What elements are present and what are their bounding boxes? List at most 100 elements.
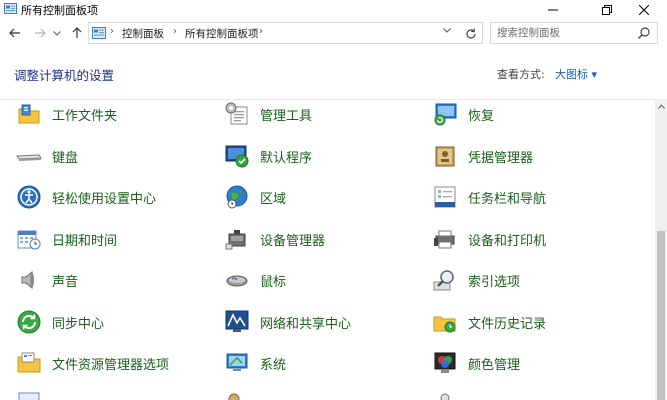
item-color-management[interactable]: 颜色管理 (432, 349, 520, 377)
region-globe-icon (226, 185, 248, 209)
item-label: 设备管理器 (260, 233, 326, 249)
item-label: 文件历史记录 (468, 316, 547, 332)
item-label: 网络和共享中心 (260, 316, 352, 332)
item-label: 索引选项 (468, 274, 521, 290)
keyboard-icon (16, 154, 42, 161)
window-title: 所有控制面板项 (21, 4, 98, 17)
back-button[interactable] (6, 24, 24, 42)
taskbar-navigation-icon (434, 186, 456, 208)
page-title: 调整计算机的设置 (14, 68, 115, 83)
item-label: 轻松使用设置中心 (52, 191, 157, 207)
item-default-programs[interactable]: 默认程序 (224, 142, 312, 170)
vertical-scrollbar[interactable] (655, 99, 667, 400)
file-explorer-options-icon (17, 352, 41, 373)
arrow-up-icon (72, 27, 82, 38)
item-file-history[interactable]: 文件历史记录 (432, 308, 546, 336)
indexing-options-icon (433, 270, 454, 291)
item-work-folders[interactable]: 工作文件夹 (16, 100, 117, 128)
item-label: 同步中心 (52, 316, 105, 332)
item-network-sharing[interactable]: 网络和共享中心 (224, 308, 351, 336)
search-input[interactable] (497, 25, 632, 41)
close-button[interactable] (621, 0, 667, 19)
partial-item-icon (228, 393, 240, 400)
breadcrumb-control-panel[interactable]: 控制面板 (122, 26, 164, 41)
item-taskbar-navigation[interactable]: 任务栏和导航 (432, 183, 546, 211)
system-icon (226, 353, 248, 371)
item-region[interactable]: 区域 (224, 183, 286, 211)
item-label: 设备和打印机 (468, 233, 547, 249)
color-management-icon (434, 352, 456, 373)
partial-item-icon (18, 392, 40, 400)
item-label: 鼠标 (260, 274, 287, 290)
item-sound[interactable]: 声音 (16, 266, 78, 294)
item-ease-of-access[interactable]: 轻松使用设置中心 (16, 183, 156, 211)
control-panel-items: 工作文件夹 键盘 轻松使用设置中心 日期和时间 声音 同步中心 文件资源管理器选… (0, 100, 655, 400)
item-recovery[interactable]: 恢复 (432, 100, 494, 128)
content-header: 调整计算机的设置 查看方式: 大图标 ▾ (0, 47, 667, 99)
chevron-down-icon (443, 28, 451, 33)
item-label: 区域 (260, 191, 287, 207)
scroll-up-button[interactable] (655, 99, 667, 113)
arrow-right-icon (35, 28, 46, 38)
item-partial[interactable] (432, 390, 468, 400)
mouse-icon (226, 275, 248, 287)
breadcrumb-all-items[interactable]: 所有控制面板项 (185, 26, 259, 41)
recent-locations-button[interactable] (51, 24, 63, 42)
recovery-icon (434, 103, 457, 126)
search-icon[interactable] (637, 26, 651, 40)
item-date-time[interactable]: 日期和时间 (16, 225, 117, 253)
item-label: 恢复 (468, 108, 495, 124)
ease-of-access-icon (17, 185, 41, 209)
partial-item-icon (440, 393, 450, 400)
chevron-up-icon (657, 103, 665, 109)
date-time-icon (17, 230, 41, 250)
refresh-button[interactable] (464, 26, 478, 40)
control-panel-icon (92, 27, 106, 39)
up-button[interactable] (68, 24, 86, 42)
search-box[interactable] (490, 22, 658, 44)
default-programs-icon (225, 145, 249, 168)
work-folders-icon (18, 104, 40, 124)
chevron-down-icon (53, 30, 61, 36)
item-file-explorer-options[interactable]: 文件资源管理器选项 (16, 349, 169, 377)
item-partial[interactable] (16, 390, 52, 400)
item-label: 颜色管理 (468, 357, 521, 373)
breadcrumb-separator[interactable]: › (173, 26, 177, 37)
item-label: 默认程序 (260, 150, 313, 166)
scroll-thumb[interactable] (657, 231, 665, 400)
admin-tools-icon (225, 102, 248, 125)
item-label: 声音 (52, 274, 79, 290)
file-history-icon (433, 316, 456, 333)
item-mouse[interactable]: 鼠标 (224, 266, 286, 294)
item-label: 工作文件夹 (52, 108, 118, 124)
sync-center-icon (17, 310, 41, 334)
address-history-dropdown[interactable] (440, 26, 454, 40)
title-bar: 所有控制面板项 (0, 0, 667, 19)
close-icon (639, 4, 649, 15)
item-keyboard[interactable]: 键盘 (16, 142, 78, 170)
item-devices-printers[interactable]: 设备和打印机 (432, 225, 546, 253)
minimize-button[interactable] (530, 0, 576, 19)
item-label: 系统 (260, 357, 287, 373)
credential-manager-icon (435, 146, 455, 167)
item-label: 任务栏和导航 (468, 191, 547, 207)
address-bar[interactable]: › 控制面板 › 所有控制面板项 › (88, 22, 483, 44)
breadcrumb-separator[interactable]: › (259, 26, 263, 37)
item-indexing-options[interactable]: 索引选项 (432, 266, 520, 294)
devices-printers-icon (434, 230, 455, 249)
network-sharing-icon (225, 310, 249, 332)
item-sync-center[interactable]: 同步中心 (16, 308, 104, 336)
view-by-dropdown[interactable]: 大图标 ▾ (555, 66, 597, 82)
item-device-manager[interactable]: 设备管理器 (224, 225, 325, 253)
arrow-left-icon (9, 28, 20, 38)
navigation-bar: › 控制面板 › 所有控制面板项 › (0, 19, 667, 47)
item-label: 管理工具 (260, 108, 313, 124)
item-partial[interactable] (224, 390, 260, 400)
item-label: 文件资源管理器选项 (52, 357, 170, 373)
minimize-icon (548, 9, 558, 10)
item-system[interactable]: 系统 (224, 349, 286, 377)
item-credential-manager[interactable]: 凭据管理器 (432, 142, 533, 170)
forward-button[interactable] (31, 24, 49, 42)
item-admin-tools[interactable]: 管理工具 (224, 100, 312, 128)
item-label: 键盘 (52, 150, 79, 166)
